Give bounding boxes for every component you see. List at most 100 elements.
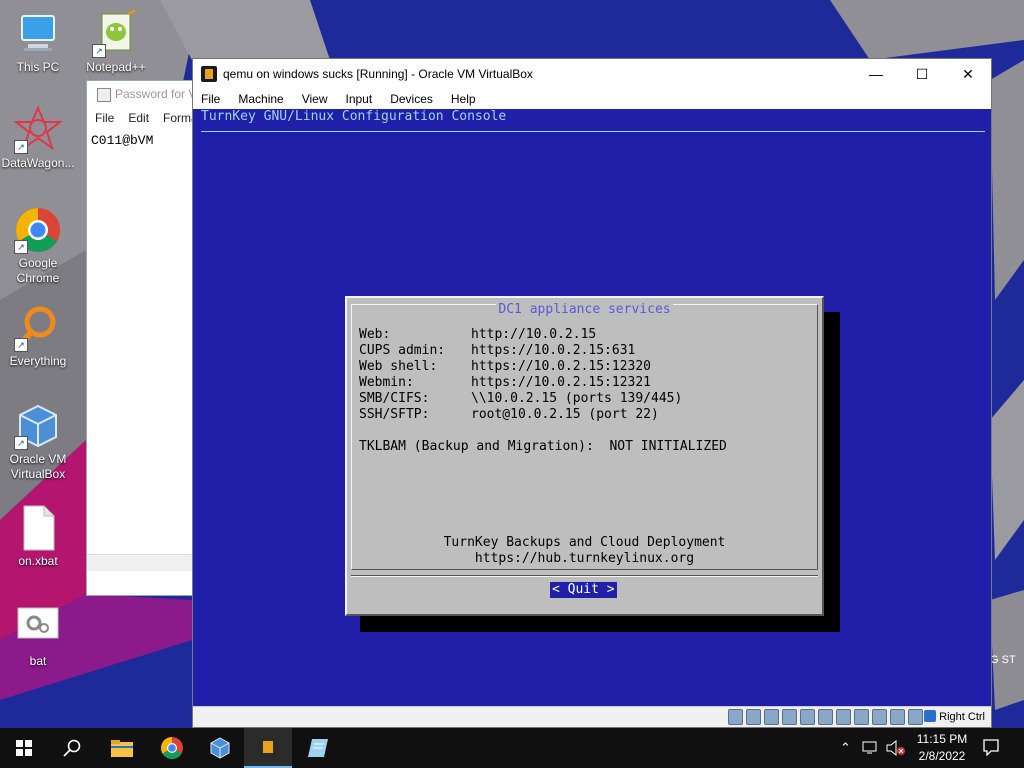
menu-help[interactable]: Help bbox=[451, 92, 476, 106]
desktop-icon-datawagon[interactable]: ↗ DataWagon... bbox=[0, 105, 76, 171]
mouse-integration-icon[interactable] bbox=[890, 709, 905, 725]
notepad-titlebar[interactable]: Password for V bbox=[87, 81, 193, 107]
usb-icon[interactable] bbox=[800, 709, 815, 725]
dialog-title-bar: DC1 appliance services bbox=[352, 302, 817, 317]
service-name: Webmin: bbox=[359, 375, 414, 390]
notepadpp-icon: ↗ bbox=[92, 8, 140, 58]
close-button[interactable]: ✕ bbox=[945, 59, 991, 89]
audio-icon[interactable] bbox=[764, 709, 779, 725]
taskbar-file-explorer[interactable] bbox=[98, 728, 146, 768]
minimize-button[interactable]: — bbox=[853, 59, 899, 89]
windows-logo-icon bbox=[16, 740, 32, 756]
service-url: http://10.0.2.15 bbox=[471, 327, 597, 342]
footer-line-2: https://hub.turnkeylinux.org bbox=[474, 551, 695, 566]
desktop-icon-chrome[interactable]: ↗ Google Chrome bbox=[0, 206, 76, 286]
maximize-button[interactable]: ☐ bbox=[899, 59, 945, 89]
gear-file-icon bbox=[14, 604, 62, 652]
taskbar-clock[interactable]: 11:15 PM 2/8/2022 bbox=[908, 731, 976, 765]
keyboard-capture-icon[interactable] bbox=[908, 709, 923, 725]
shared-folders-icon[interactable] bbox=[818, 709, 833, 725]
service-name: SSH/SFTP: bbox=[359, 407, 430, 422]
show-hidden-icons-chevron-icon[interactable]: ⌃ bbox=[840, 740, 851, 756]
virtualbox-icon bbox=[210, 737, 230, 759]
console-title-rule bbox=[201, 131, 985, 132]
folder-icon bbox=[111, 740, 133, 757]
quit-button[interactable]: < Quit > bbox=[550, 582, 617, 598]
notepad-menu-file[interactable]: File bbox=[95, 111, 114, 125]
menu-view[interactable]: View bbox=[302, 92, 328, 106]
desktop-icon-label: Google Chrome bbox=[16, 256, 60, 285]
desktop-icon-bat[interactable]: bat bbox=[0, 604, 76, 669]
shortcut-arrow-icon: ↗ bbox=[14, 338, 28, 352]
search-icon: ↗ bbox=[14, 304, 62, 352]
desktop: This PC ↗ Notepad++ ↗ DataWagon... ↗ Goo… bbox=[0, 0, 1024, 728]
virtualbox-vm-window[interactable]: qemu on windows sucks [Running] - Oracle… bbox=[192, 58, 992, 728]
taskbar-virtualbox[interactable] bbox=[196, 728, 244, 768]
notification-center-icon[interactable] bbox=[982, 738, 1000, 759]
taskbar-notepad[interactable] bbox=[294, 728, 342, 768]
notepad-horizontal-scrollbar[interactable] bbox=[87, 554, 193, 571]
desktop-icon-this-pc[interactable]: This PC bbox=[0, 10, 76, 75]
volume-muted-icon[interactable] bbox=[886, 739, 906, 759]
notepad-title: Password for V bbox=[115, 87, 193, 101]
services-dialog: DC1 appliance services Web: http://10.0.2… bbox=[345, 296, 824, 616]
notepad-window[interactable]: Password for V File Edit Forma C011@bVM bbox=[86, 80, 198, 596]
host-key-indicator[interactable]: Right Ctrl bbox=[924, 707, 985, 727]
start-button[interactable] bbox=[0, 728, 48, 768]
service-row: SSH/SFTP: root@10.0.2.15 (port 22) bbox=[359, 407, 682, 423]
display-icon[interactable] bbox=[836, 709, 851, 725]
desktop-icon-everything[interactable]: ↗ Everything bbox=[0, 304, 76, 369]
desktop-icon-label: on.xbat bbox=[18, 554, 58, 568]
menu-input[interactable]: Input bbox=[346, 92, 373, 106]
clock-time: 11:15 PM bbox=[916, 732, 968, 746]
services-list: Web: http://10.0.2.15 CUPS admin: https://… bbox=[359, 327, 682, 423]
taskbar-chrome[interactable] bbox=[148, 728, 196, 768]
service-row: SMB/CIFS: \\10.0.2.15 (ports 139/445) bbox=[359, 391, 682, 407]
vm-console-screen[interactable]: TurnKey GNU/Linux Configuration Console … bbox=[193, 109, 991, 709]
desktop-icon-label: DataWagon... bbox=[1, 156, 75, 170]
service-name: Web: bbox=[359, 327, 391, 342]
footer-line-1: TurnKey Backups and Cloud Deployment bbox=[443, 535, 726, 550]
shortcut-arrow-icon: ↗ bbox=[14, 240, 28, 254]
tklbam-status: TKLBAM (Backup and Migration): NOT INITI… bbox=[359, 439, 727, 454]
datawagon-icon: ↗ bbox=[13, 105, 63, 154]
service-url: \\10.0.2.15 (ports 139/445) bbox=[471, 391, 683, 406]
recording-icon[interactable] bbox=[854, 709, 869, 725]
taskbar-qemu-window[interactable] bbox=[244, 728, 292, 768]
desktop-icon-label: This PC bbox=[16, 60, 60, 74]
service-url: https://10.0.2.15:12321 bbox=[471, 375, 652, 390]
dialog-footer: TurnKey Backups and Cloud Deployment htt… bbox=[347, 535, 822, 567]
vbox-window-title: qemu on windows sucks [Running] - Oracle… bbox=[223, 67, 533, 81]
service-name: CUPS admin: bbox=[359, 343, 446, 358]
vbox-titlebar[interactable]: qemu on windows sucks [Running] - Oracle… bbox=[193, 59, 991, 89]
notepad-menu-edit[interactable]: Edit bbox=[128, 111, 149, 125]
network-icon[interactable] bbox=[782, 709, 797, 725]
service-url: https://10.0.2.15:631 bbox=[471, 343, 636, 358]
virtualbox-icon: ↗ bbox=[14, 402, 62, 450]
desktop-icon-label: Everything bbox=[9, 354, 67, 368]
console-title: TurnKey GNU/Linux Configuration Console bbox=[201, 109, 507, 124]
network-status-icon[interactable] bbox=[862, 740, 880, 759]
service-row: Web: http://10.0.2.15 bbox=[359, 327, 682, 343]
menu-devices[interactable]: Devices bbox=[390, 92, 433, 106]
shortcut-arrow-icon: ↗ bbox=[14, 140, 28, 154]
desktop-icon-onxbat[interactable]: on.xbat bbox=[0, 504, 76, 569]
search-icon bbox=[63, 739, 81, 757]
notepad-text-area[interactable]: C011@bVM bbox=[87, 129, 193, 152]
service-row: Webmin: https://10.0.2.15:12321 bbox=[359, 375, 682, 391]
menu-file[interactable]: File bbox=[201, 92, 220, 106]
optical-drive-icon[interactable] bbox=[746, 709, 761, 725]
vbox-statusbar: Right Ctrl bbox=[193, 706, 991, 727]
cpu-icon[interactable] bbox=[872, 709, 887, 725]
search-button[interactable] bbox=[48, 728, 96, 768]
hard-disk-icon[interactable] bbox=[728, 709, 743, 725]
desktop-icon-virtualbox[interactable]: ↗ Oracle VM VirtualBox bbox=[0, 402, 76, 482]
taskbar: ⌃ 11:15 PM 2/8/2022 bbox=[0, 728, 1024, 768]
service-row: Web shell: https://10.0.2.15:12320 bbox=[359, 359, 682, 375]
service-name: Web shell: bbox=[359, 359, 438, 374]
dialog-button-separator-highlight bbox=[351, 576, 818, 577]
vbox-status-icons bbox=[728, 709, 923, 725]
desktop-icon-notepadpp[interactable]: ↗ Notepad++ bbox=[78, 8, 154, 75]
menu-machine[interactable]: Machine bbox=[238, 92, 283, 106]
service-row: CUPS admin: https://10.0.2.15:631 bbox=[359, 343, 682, 359]
